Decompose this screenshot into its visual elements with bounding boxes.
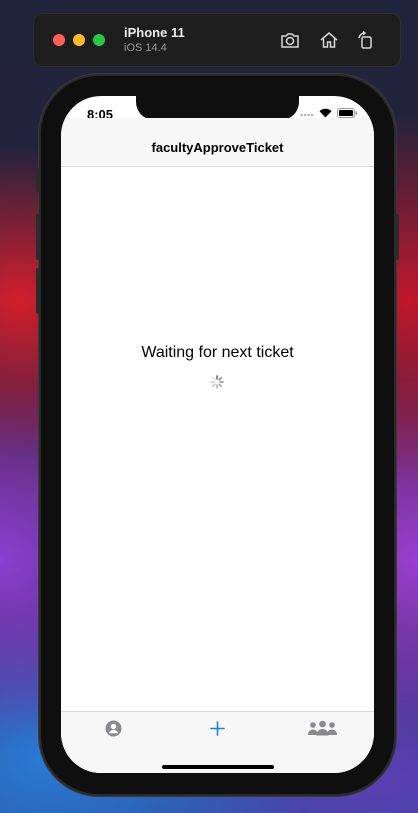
volume-down-button <box>36 268 40 314</box>
page-title: facultyApproveTicket <box>151 140 284 155</box>
home-icon[interactable] <box>318 29 340 51</box>
main-content: Waiting for next ticket <box>61 167 374 711</box>
simulator-device-name: iPhone 11 <box>124 25 185 40</box>
power-button <box>395 214 399 260</box>
close-window-button[interactable] <box>53 34 65 46</box>
device-screen: 8:05 facultyApproveTicket Waiting for ne… <box>61 96 374 773</box>
waiting-message: Waiting for next ticket <box>141 344 294 361</box>
plus-icon <box>209 720 225 736</box>
tab-groups[interactable] <box>305 718 339 738</box>
volume-up-button <box>36 214 40 260</box>
zoom-window-button[interactable] <box>93 34 105 46</box>
screenshot-icon[interactable] <box>279 29 301 51</box>
group-icon <box>307 720 337 736</box>
notch <box>136 96 299 120</box>
rotate-icon[interactable] <box>355 29 377 51</box>
simulator-title-bar: iPhone 11 iOS 14.4 <box>33 13 401 67</box>
tab-profile[interactable] <box>103 718 123 738</box>
minimize-window-button[interactable] <box>73 34 85 46</box>
tab-add[interactable] <box>207 718 227 738</box>
simulator-os-version: iOS 14.4 <box>124 42 167 54</box>
iphone-device-frame: 8:05 facultyApproveTicket Waiting for ne… <box>36 76 399 794</box>
navigation-bar: facultyApproveTicket <box>61 118 374 167</box>
mute-switch <box>36 168 40 192</box>
person-circle-icon <box>105 720 121 736</box>
tab-bar <box>61 711 374 773</box>
spinner-icon <box>210 375 224 389</box>
home-indicator[interactable] <box>162 765 274 769</box>
